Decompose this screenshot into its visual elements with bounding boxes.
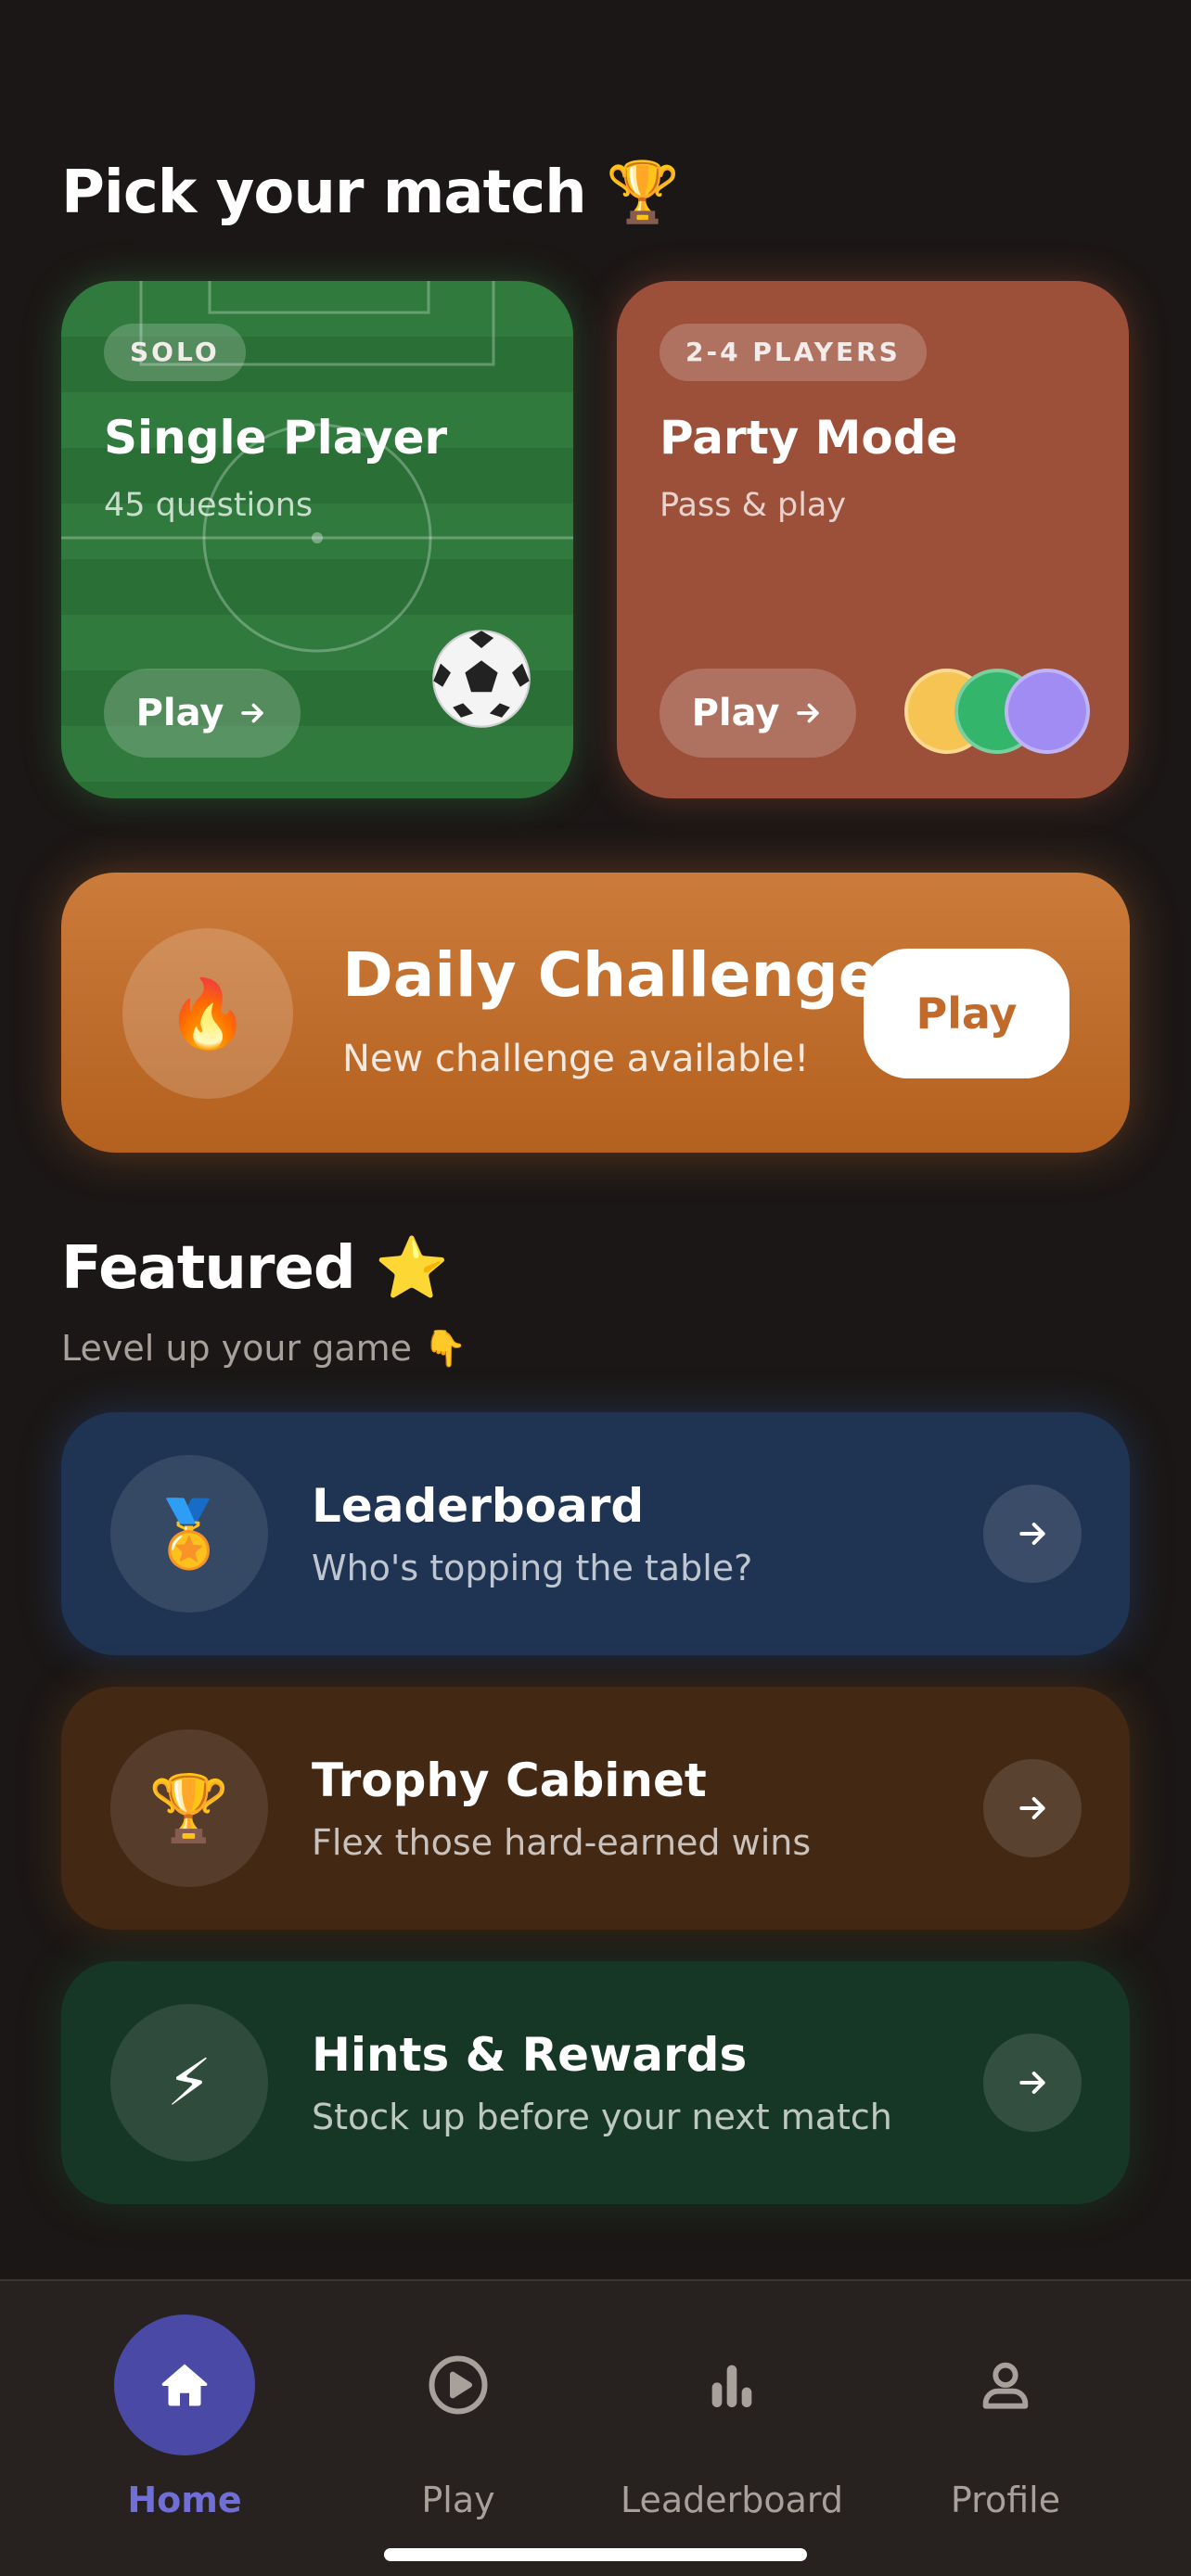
player-avatars <box>904 669 1090 758</box>
feature-title: Leaderboard <box>312 1479 645 1533</box>
single-player-title: Single Player <box>104 411 448 465</box>
fire-icon: 🔥 <box>166 974 250 1052</box>
featured-subtitle: Level up your game 👇 <box>61 1328 467 1369</box>
tab-profile[interactable]: Profile <box>866 2315 1145 2528</box>
arrow-right-icon <box>1019 2072 1045 2094</box>
soccer-ball-icon <box>432 630 531 728</box>
feature-icon-circle: ⚡ <box>110 2004 268 2162</box>
tab-home[interactable]: Home <box>45 2315 324 2528</box>
feature-subtitle: Stock up before your next match <box>312 2097 892 2137</box>
bar-chart-icon <box>711 2365 752 2407</box>
single-player-card[interactable]: SOLO Single Player 45 questions Play <box>61 281 573 798</box>
party-mode-subtitle: Pass & play <box>660 487 847 524</box>
arrow-right-icon <box>1019 1797 1045 1819</box>
feature-subtitle: Who's topping the table? <box>312 1548 753 1588</box>
party-mode-card[interactable]: 2-4 PLAYERS Party Mode Pass & play Play <box>617 281 1129 798</box>
lightning-icon: ⚡ <box>166 2045 212 2121</box>
single-player-play-button[interactable]: Play <box>104 669 301 758</box>
trophy-icon: 🏆 <box>148 1769 230 1846</box>
tab-label: Leaderboard <box>620 2480 844 2520</box>
feature-title: Trophy Cabinet <box>312 1753 707 1807</box>
daily-icon-circle: 🔥 <box>122 928 293 1099</box>
feature-icon-circle: 🏅 <box>110 1455 268 1613</box>
feature-leaderboard[interactable]: 🏅 Leaderboard Who's topping the table? <box>61 1412 1130 1655</box>
tab-label: Home <box>127 2480 242 2520</box>
arrow-right-icon <box>241 703 264 723</box>
arrow-right-icon <box>797 703 820 723</box>
arrow-right-icon <box>1019 1523 1045 1545</box>
solo-badge: SOLO <box>104 324 246 381</box>
medal-icon: 🏅 <box>148 1495 230 1572</box>
featured-title: Featured ⭐ <box>61 1234 449 1303</box>
feature-arrow-button[interactable] <box>983 2034 1082 2132</box>
feature-title: Hints & Rewards <box>312 2028 748 2082</box>
nav-icon-wrap <box>661 2315 802 2455</box>
party-mode-play-button[interactable]: Play <box>660 669 856 758</box>
tab-play[interactable]: Play <box>319 2315 597 2528</box>
feature-trophy-cabinet[interactable]: 🏆 Trophy Cabinet Flex those hard-earned … <box>61 1687 1130 1930</box>
home-screen: Pick your match 🏆 SOLO Single Player 45 … <box>0 0 1191 2576</box>
daily-challenge-card[interactable]: 🔥 Daily Challenge New challenge availabl… <box>61 873 1130 1153</box>
daily-challenge-title: Daily Challenge <box>342 939 880 1011</box>
feature-arrow-button[interactable] <box>983 1485 1082 1583</box>
tab-label: Play <box>421 2480 495 2520</box>
tab-label: Profile <box>950 2480 1061 2520</box>
party-mode-title: Party Mode <box>660 411 958 465</box>
page-title: Pick your match 🏆 <box>61 159 680 227</box>
home-icon <box>161 2364 208 2406</box>
daily-challenge-subtitle: New challenge available! <box>342 1038 810 1080</box>
players-badge: 2-4 PLAYERS <box>660 324 927 381</box>
feature-icon-circle: 🏆 <box>110 1729 268 1887</box>
daily-play-button[interactable]: Play <box>864 949 1069 1078</box>
feature-subtitle: Flex those hard-earned wins <box>312 1822 812 1863</box>
bottom-tab-bar: Home Play Leaderboard Profile <box>0 2279 1191 2576</box>
tab-leaderboard[interactable]: Leaderboard <box>593 2315 871 2528</box>
nav-icon-wrap <box>935 2315 1076 2455</box>
user-icon <box>982 2362 1029 2409</box>
star-icon: ⭐ <box>374 1234 449 1303</box>
feature-arrow-button[interactable] <box>983 1759 1082 1857</box>
player-avatar <box>1005 669 1090 754</box>
play-circle-icon <box>429 2355 488 2415</box>
nav-icon-wrap <box>388 2315 529 2455</box>
feature-hints-rewards[interactable]: ⚡ Hints & Rewards Stock up before your n… <box>61 1961 1130 2204</box>
home-indicator[interactable] <box>384 2548 807 2561</box>
trophy-icon: 🏆 <box>605 159 680 227</box>
single-player-subtitle: 45 questions <box>104 487 314 524</box>
nav-icon-wrap <box>114 2315 255 2455</box>
